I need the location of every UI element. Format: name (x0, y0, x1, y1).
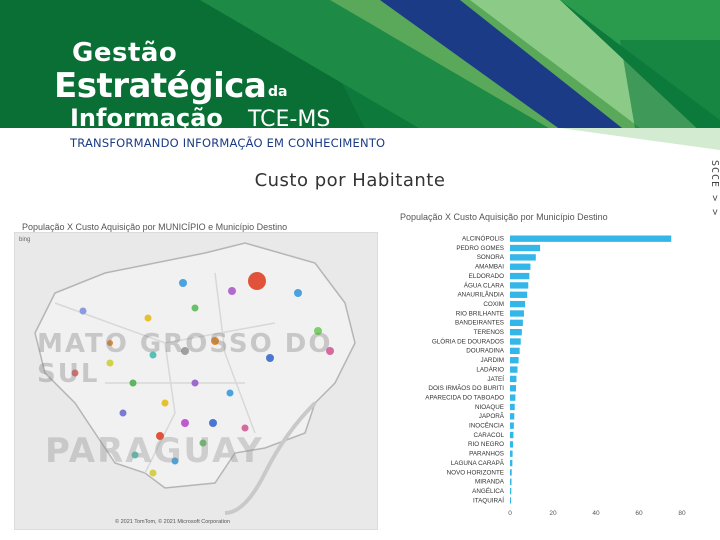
bar-category-label: ANAURILÂNDIA (457, 290, 504, 299)
bar-category-label: BANDEIRANTES (455, 320, 504, 327)
bubble-municipio (181, 419, 189, 427)
bubble-municipio (294, 289, 302, 297)
bar-category-label: INOCÊNCIA (469, 421, 505, 430)
bar-category-label: ÁGUA CLARA (464, 280, 505, 289)
bar[interactable] (510, 487, 512, 495)
map-country-label: PARAGUAY (45, 431, 264, 471)
bar-category-label: PEDRO GOMES (456, 245, 504, 252)
bar-category-label: NOVO HORIZONTE (447, 469, 504, 476)
map-state-label: MATO GROSSO DO SUL (37, 329, 333, 389)
bubble-municipio (79, 307, 87, 315)
bar[interactable] (510, 450, 513, 457)
bar[interactable] (510, 478, 512, 485)
bar[interactable] (510, 347, 520, 355)
bubble-municipio (191, 304, 199, 312)
bar-category-label: CARACOL (474, 432, 505, 439)
bar[interactable] (510, 431, 514, 439)
bar[interactable] (510, 291, 528, 298)
bar-category-label: LAGUNA CARAPÃ (451, 458, 505, 467)
bar-category-label: COXIM (483, 301, 504, 308)
bubble-municipio (144, 314, 152, 322)
bar[interactable] (510, 254, 536, 261)
bar[interactable] (510, 329, 522, 336)
bar[interactable] (510, 366, 518, 373)
logo-line-estrategica: Estratégica (54, 66, 267, 106)
bar-category-label: ANGÉLICA (472, 486, 505, 495)
header-banner: Gestão Estratégica da Informação TCE-MS … (0, 0, 720, 158)
chart-title: População X Custo Aquisição por Municípi… (400, 212, 608, 222)
x-tick-label: 20 (549, 510, 557, 517)
logo-da: da (268, 84, 288, 100)
bar-category-label: JAPORÃ (479, 411, 505, 420)
bar-category-label: TERENOS (474, 329, 504, 336)
bar[interactable] (510, 319, 523, 326)
bar[interactable] (510, 394, 516, 401)
bar[interactable] (510, 403, 515, 411)
bar[interactable] (510, 385, 517, 392)
x-tick-label: 40 (592, 510, 600, 517)
x-tick-label: 0 (508, 510, 512, 517)
bar-category-label: RIO BRILHANTE (456, 310, 504, 317)
bar[interactable] (510, 282, 529, 289)
side-toolbar-label[interactable]: SCCE > > (700, 160, 720, 220)
bar[interactable] (510, 300, 526, 308)
map-visual[interactable]: bing MATO GROSSO DO SUL PARAGUAY © 2021 … (14, 232, 378, 530)
bar-category-label: GLÓRIA DE DOURADOS (432, 336, 504, 345)
bar-category-label: ELDORADO (469, 273, 504, 280)
bar-category-label: AMAMBAI (475, 264, 504, 271)
logo-org: TCE-MS (248, 107, 331, 132)
bar-category-label: JARDIM (481, 357, 504, 364)
bubble-municipio (226, 389, 234, 397)
bar[interactable] (510, 413, 515, 420)
bubble-municipio (209, 419, 217, 427)
map-title: População X Custo Aquisição por MUNICÍPI… (22, 222, 288, 232)
bar[interactable] (510, 244, 541, 252)
bar[interactable] (510, 375, 517, 383)
bar-category-label: DOIS IRMÃOS DO BURITI (428, 383, 504, 392)
bar-category-label: RIO NEGRO (468, 441, 504, 448)
bar[interactable] (510, 497, 512, 504)
logo-line-gestao: Gestão (72, 38, 178, 68)
bar[interactable] (510, 357, 519, 364)
bar-category-label: JATEÍ (487, 374, 504, 383)
bar-category-label: SONORA (477, 254, 505, 261)
bar[interactable] (510, 459, 513, 467)
bar-category-label: LADÁRIO (476, 364, 504, 373)
bar-category-label: NIOAQUE (475, 404, 504, 411)
map-credit: © 2021 TomTom, © 2021 Microsoft Corporat… (115, 519, 231, 525)
page-title: Custo por Habitante (254, 170, 446, 191)
bar-chart[interactable]: ALCINÓPOLIS PEDRO GOMES SONORA AMAMBAI ELDOR… (380, 230, 700, 530)
bubble-municipio (161, 399, 169, 407)
logo-line-informacao: Informação (70, 104, 223, 132)
bar[interactable] (510, 310, 524, 317)
bar[interactable] (510, 263, 531, 270)
bar-category-label: ALCINÓPOLIS (462, 234, 504, 243)
bar[interactable] (510, 441, 514, 448)
bing-logo: bing (19, 237, 31, 243)
x-tick-label: 60 (635, 510, 643, 517)
bubble-municipio (228, 287, 236, 295)
bar-category-label: PARANHOS (469, 451, 504, 458)
bubble-municipio (119, 409, 127, 417)
bar-category-label: ITAQUIRAÍ (473, 495, 504, 504)
x-tick-label: 80 (678, 510, 686, 517)
bar[interactable] (510, 422, 514, 429)
bar[interactable] (510, 469, 512, 476)
bubble-municipio (179, 279, 187, 287)
bubble-municipio (248, 272, 266, 290)
bar-category-label: MIRANDA (475, 479, 505, 486)
bar[interactable] (510, 235, 672, 242)
bar-category-label: APARECIDA DO TABOADO (425, 394, 504, 401)
tagline: TRANSFORMANDO INFORMAÇÃO EM CONHECIMENTO (70, 136, 386, 150)
bar[interactable] (510, 338, 521, 345)
bar-category-label: DOURADINA (466, 348, 505, 355)
bar[interactable] (510, 272, 530, 280)
